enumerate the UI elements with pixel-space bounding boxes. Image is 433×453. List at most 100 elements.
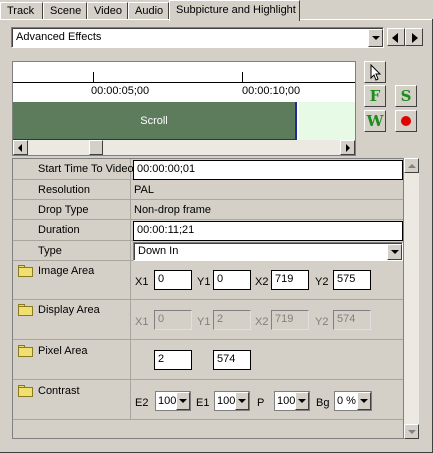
tab-scene[interactable]: Scene	[43, 2, 87, 20]
start-time-input[interactable]: 00:00:00;01	[133, 160, 403, 180]
w-icon: W	[366, 112, 384, 130]
chevron-down-icon	[408, 430, 416, 434]
image-area-label: Image Area	[38, 265, 95, 277]
row-pixel-area: Pixel Area 2 574	[13, 340, 403, 380]
tab-subpicture-highlight[interactable]: Subpicture and Highlight	[169, 0, 300, 21]
chevron-down-icon	[179, 399, 187, 403]
timeline-scrollbar[interactable]	[13, 140, 355, 155]
pixel-area-label: Pixel Area	[38, 345, 88, 357]
tab-video-label: Video	[94, 5, 122, 17]
image-y1-input[interactable]: 0	[213, 270, 251, 290]
prev-effect-button[interactable]	[387, 28, 405, 46]
type-select[interactable]: Down In	[133, 242, 403, 261]
timeline[interactable]: 00:00:05;00 00:00:10;00 Scroll	[12, 61, 356, 156]
start-time-label: Start Time To Video	[38, 163, 134, 175]
row-divider	[130, 380, 131, 420]
scroll-left-button[interactable]	[13, 140, 28, 155]
f-tool-button[interactable]: F	[364, 85, 386, 107]
duration-input[interactable]: 00:00:11;21	[133, 221, 403, 241]
scroll-down-button[interactable]	[404, 424, 419, 439]
effect-select-value: Advanced Effects	[16, 31, 102, 43]
contrast-bg-value: 0 %	[337, 395, 356, 407]
contrast-e1-value: 100	[217, 395, 236, 407]
arrow-left-icon	[392, 33, 398, 43]
display-y2-input: 574	[333, 310, 371, 330]
timeline-empty-area[interactable]	[299, 102, 355, 140]
tab-video[interactable]: Video	[87, 2, 128, 20]
display-y2-value: 574	[337, 313, 356, 325]
ruler-tick	[93, 72, 94, 82]
row-display-area: Display Area X1 0 Y1 2 X2 719 Y2 574	[13, 300, 403, 340]
effect-select[interactable]: Advanced Effects	[11, 27, 384, 48]
clip-label: Scroll	[140, 115, 168, 127]
drop-type-label: Drop Type	[38, 204, 89, 216]
duration-label: Duration	[38, 224, 80, 236]
property-grid-scrollbar[interactable]	[404, 158, 419, 439]
image-y1-label: Y1	[197, 276, 211, 288]
record-button[interactable]	[395, 110, 417, 132]
display-area-label: Display Area	[38, 304, 100, 316]
contrast-p-select[interactable]: 100	[274, 391, 310, 411]
image-x2-value: 719	[275, 273, 294, 285]
tab-bar: Track Scene Video Audio Subpicture and H…	[0, 0, 433, 21]
contrast-e2-label: E2	[135, 397, 149, 409]
pixel-area-end-input[interactable]: 574	[213, 350, 251, 370]
display-y1-value: 2	[217, 313, 224, 325]
chevron-down-icon	[372, 36, 380, 40]
ruler-line	[13, 82, 355, 83]
tab-audio[interactable]: Audio	[128, 2, 169, 20]
image-y2-input[interactable]: 575	[333, 270, 371, 290]
contrast-bg-select[interactable]: 0 %	[334, 391, 372, 411]
resolution-label: Resolution	[38, 184, 90, 196]
display-x2-input: 719	[271, 310, 309, 330]
chevron-up-icon	[408, 164, 416, 168]
contrast-e1-dropdown-button[interactable]	[235, 392, 249, 410]
row-divider	[130, 220, 131, 241]
image-x2-input[interactable]: 719	[271, 270, 309, 290]
tab-subpicture-highlight-label: Subpicture and Highlight	[176, 4, 296, 16]
row-type: Type Down In	[13, 241, 403, 261]
display-x2-value: 719	[275, 313, 294, 325]
scroll-thumb[interactable]	[89, 140, 103, 155]
contrast-e1-select[interactable]: 100	[214, 391, 250, 411]
folder-icon	[18, 345, 34, 357]
contrast-p-dropdown-button[interactable]	[295, 392, 309, 410]
pixel-area-start-input[interactable]: 2	[154, 350, 192, 370]
contrast-e2-select[interactable]: 100	[155, 391, 191, 411]
display-x1-value: 0	[158, 313, 165, 325]
duration-value: 00:00:11;21	[137, 224, 195, 236]
folder-icon	[18, 304, 34, 316]
subpicture-clip[interactable]: Scroll	[13, 102, 297, 140]
s-icon: S	[400, 87, 412, 105]
pixel-area-end-value: 574	[217, 353, 236, 365]
contrast-bg-dropdown-button[interactable]	[357, 392, 371, 410]
next-effect-button[interactable]	[405, 28, 423, 46]
arrow-left-icon	[18, 144, 22, 152]
image-x1-input[interactable]: 0	[154, 270, 192, 290]
row-drop-type: Drop Type Non-drop frame	[13, 200, 403, 220]
row-resolution: Resolution PAL	[13, 180, 403, 200]
tab-scene-label: Scene	[50, 5, 82, 17]
effect-select-dropdown-button[interactable]	[368, 29, 383, 47]
image-x1-label: X1	[135, 276, 149, 288]
type-label: Type	[38, 245, 62, 257]
contrast-p-label: P	[257, 397, 265, 409]
record-icon	[401, 116, 411, 126]
drop-type-value: Non-drop frame	[134, 204, 212, 216]
scroll-right-button[interactable]	[340, 140, 355, 155]
start-time-value: 00:00:00;01	[137, 163, 196, 175]
contrast-e2-dropdown-button[interactable]	[176, 392, 190, 410]
display-x2-label: X2	[255, 316, 269, 328]
tab-track[interactable]: Track	[0, 2, 43, 20]
image-y2-label: Y2	[315, 276, 329, 288]
row-divider	[130, 180, 131, 200]
scroll-up-button[interactable]	[404, 158, 419, 173]
s-tool-button[interactable]: S	[395, 85, 417, 107]
w-tool-button[interactable]: W	[364, 110, 386, 132]
pixel-area-start-value: 2	[158, 353, 165, 365]
pointer-tool-button[interactable]	[364, 61, 386, 83]
ruler-label: 00:00:05;00	[91, 85, 150, 97]
tab-track-label: Track	[7, 5, 35, 17]
type-dropdown-button[interactable]	[387, 244, 402, 260]
f-icon: F	[369, 87, 381, 105]
